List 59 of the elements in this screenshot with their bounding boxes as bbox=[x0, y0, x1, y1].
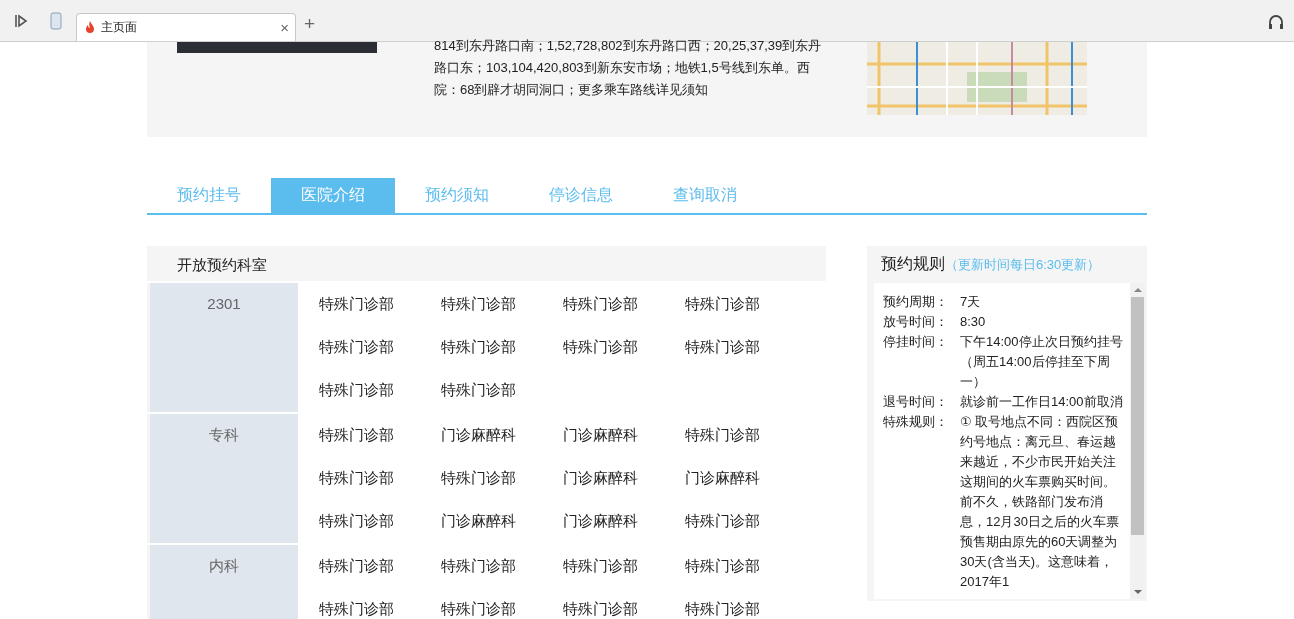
category-cell: 内科 bbox=[150, 545, 298, 619]
panel-title: 预约规则 bbox=[881, 254, 945, 274]
rule-label: 停挂时间： bbox=[883, 333, 949, 351]
rule-value: 7天 bbox=[960, 293, 982, 311]
department-link[interactable]: 门诊麻醉科 bbox=[441, 512, 563, 531]
department-link[interactable]: 特殊门诊部 bbox=[685, 557, 807, 576]
department-link[interactable]: 特殊门诊部 bbox=[563, 338, 685, 357]
department-link[interactable]: 门诊麻醉科 bbox=[441, 426, 563, 445]
rule-label: 退号时间： bbox=[883, 393, 949, 411]
rule-label: 放号时间： bbox=[883, 313, 949, 331]
transit-text: 814到东丹路口南；1,52,728,802到东丹路口西；20,25,37,39到东丹路口东；103,104,420,803到新东安市场；地铁1,5号线到东单。西院：68到辟才胡同洞口；更多乘车路线详见须知 bbox=[434, 37, 823, 99]
scroll-up-icon[interactable] bbox=[1133, 287, 1142, 293]
department-link[interactable]: 门诊麻醉科 bbox=[563, 469, 685, 488]
department-link[interactable]: 特殊门诊部 bbox=[563, 557, 685, 576]
rule-label: 预约周期： bbox=[883, 293, 949, 311]
department-link[interactable]: 特殊门诊部 bbox=[441, 381, 563, 400]
category-cell: 专科 bbox=[150, 414, 298, 543]
department-link[interactable]: 特殊门诊部 bbox=[319, 381, 441, 400]
department-link[interactable]: 特殊门诊部 bbox=[319, 512, 441, 531]
department-link[interactable]: 特殊门诊部 bbox=[319, 600, 441, 619]
rule-value: 就诊前一工作日14:00前取消 bbox=[960, 393, 1124, 411]
department-link[interactable]: 特殊门诊部 bbox=[441, 557, 563, 576]
tab-title: 主页面 bbox=[101, 19, 138, 36]
department-link[interactable]: 特殊门诊部 bbox=[441, 600, 563, 619]
rule-label: 特殊规则： bbox=[883, 413, 949, 431]
department-link[interactable]: 特殊门诊部 bbox=[319, 338, 441, 357]
department-link[interactable]: 特殊门诊部 bbox=[441, 338, 563, 357]
scroll-down-icon[interactable] bbox=[1133, 589, 1142, 595]
department-link[interactable]: 特殊门诊部 bbox=[319, 426, 441, 445]
headphones-icon[interactable] bbox=[1268, 14, 1284, 29]
browser-tab[interactable]: 主页面 × bbox=[76, 13, 296, 41]
department-link[interactable]: 特殊门诊部 bbox=[685, 512, 807, 531]
scrollbar-thumb[interactable] bbox=[1131, 297, 1144, 535]
category-cell: 2301 bbox=[150, 283, 298, 412]
department-link[interactable]: 特殊门诊部 bbox=[319, 557, 441, 576]
rule-value: 下午14:00停止次日预约挂号（周五14:00后停挂至下周一） bbox=[960, 333, 1124, 391]
department-link[interactable]: 特殊门诊部 bbox=[685, 338, 807, 357]
rule-value: 8:30 bbox=[960, 313, 987, 331]
department-link[interactable]: 特殊门诊部 bbox=[685, 295, 807, 314]
flame-icon bbox=[85, 21, 95, 34]
sidebar-toggle-icon[interactable] bbox=[14, 14, 28, 28]
department-link[interactable]: 特殊门诊部 bbox=[685, 426, 807, 445]
scrollbar[interactable] bbox=[1130, 283, 1145, 599]
department-link[interactable]: 特殊门诊部 bbox=[319, 295, 441, 314]
department-link[interactable]: 门诊麻醉科 bbox=[563, 426, 685, 445]
update-note: （更新时间每日6:30更新） bbox=[945, 255, 1101, 274]
department-link[interactable]: 特殊门诊部 bbox=[563, 295, 685, 314]
panel-title: 开放预约科室 bbox=[176, 255, 268, 275]
department-link[interactable]: 特殊门诊部 bbox=[441, 295, 563, 314]
department-link[interactable]: 门诊麻醉科 bbox=[685, 469, 807, 488]
department-link[interactable]: 特殊门诊部 bbox=[563, 600, 685, 619]
department-link[interactable]: 特殊门诊部 bbox=[685, 600, 807, 619]
close-tab-button[interactable]: × bbox=[280, 19, 289, 36]
department-link[interactable]: 特殊门诊部 bbox=[441, 469, 563, 488]
department-link[interactable]: 特殊门诊部 bbox=[319, 469, 441, 488]
department-link[interactable]: 门诊麻醉科 bbox=[563, 512, 685, 531]
new-tab-button[interactable]: + bbox=[304, 13, 316, 35]
rule-value: ① 取号地点不同：西院区预约号地点：离元旦、春运越来越近，不少市民开始关注这期间的火车票购买时间。前不久，铁路部门发布消息，12月30日之后的火车票预售期由原先的60天调整为30天(含当天)。这意味着，2017年1 bbox=[960, 413, 1120, 591]
phone-icon[interactable] bbox=[50, 12, 62, 30]
